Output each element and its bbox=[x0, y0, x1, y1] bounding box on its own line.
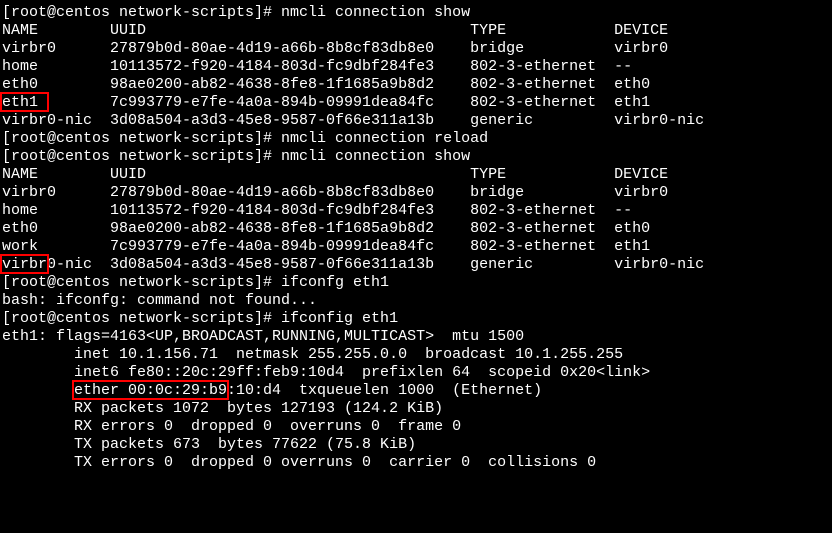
ifconfig-ether: ether 00:0c:29:b9:10:d4 txqueuelen 1000 … bbox=[2, 382, 830, 400]
ifconfig-flags: eth1: flags=4163<UP,BROADCAST,RUNNING,MU… bbox=[2, 328, 830, 346]
table1-row-2: eth0 98ae0200-ab82-4638-8fe8-1f1685a9b8d… bbox=[2, 76, 830, 94]
ifconfig-tx-packets: TX packets 673 bytes 77622 (75.8 KiB) bbox=[2, 436, 830, 454]
table1-row-1: home 10113572-f920-4184-803d-fc9dbf284fe… bbox=[2, 58, 830, 76]
table1-row-3: eth1 7c993779-e7fe-4a0a-894b-09991dea84f… bbox=[2, 94, 830, 112]
ifconfig-rx-packets: RX packets 1072 bytes 127193 (124.2 KiB) bbox=[2, 400, 830, 418]
cmd-ifconfig: [root@centos network-scripts]# ifconfig … bbox=[2, 310, 830, 328]
ifconfig-tx-errors: TX errors 0 dropped 0 overruns 0 carrier… bbox=[2, 454, 830, 472]
cmd-nmcli-show-2: [root@centos network-scripts]# nmcli con… bbox=[2, 148, 830, 166]
terminal-window[interactable]: [root@centos network-scripts]# nmcli con… bbox=[0, 0, 832, 476]
table2-header: NAME UUID TYPE DEVICE bbox=[2, 166, 830, 184]
table2-row-1: home 10113572-f920-4184-803d-fc9dbf284fe… bbox=[2, 202, 830, 220]
table2-row-2: eth0 98ae0200-ab82-4638-8fe8-1f1685a9b8d… bbox=[2, 220, 830, 238]
table1-row-4: virbr0-nic 3d08a504-a3d3-45e8-9587-0f66e… bbox=[2, 112, 830, 130]
table1-header: NAME UUID TYPE DEVICE bbox=[2, 22, 830, 40]
ifconfig-rx-errors: RX errors 0 dropped 0 overruns 0 frame 0 bbox=[2, 418, 830, 436]
table2-row-0: virbr0 27879b0d-80ae-4d19-a66b-8b8cf83db… bbox=[2, 184, 830, 202]
ifconfig-inet: inet 10.1.156.71 netmask 255.255.0.0 bro… bbox=[2, 346, 830, 364]
cmd-ifconfg-typo: [root@centos network-scripts]# ifconfg e… bbox=[2, 274, 830, 292]
ifconfig-inet6: inet6 fe80::20c:29ff:feb9:10d4 prefixlen… bbox=[2, 364, 830, 382]
table2-row-4: virbr0-nic 3d08a504-a3d3-45e8-9587-0f66e… bbox=[2, 256, 830, 274]
table1-row-0: virbr0 27879b0d-80ae-4d19-a66b-8b8cf83db… bbox=[2, 40, 830, 58]
error-not-found: bash: ifconfg: command not found... bbox=[2, 292, 830, 310]
table2-row-3: work 7c993779-e7fe-4a0a-894b-09991dea84f… bbox=[2, 238, 830, 256]
cmd-nmcli-show-1: [root@centos network-scripts]# nmcli con… bbox=[2, 4, 830, 22]
cmd-nmcli-reload: [root@centos network-scripts]# nmcli con… bbox=[2, 130, 830, 148]
